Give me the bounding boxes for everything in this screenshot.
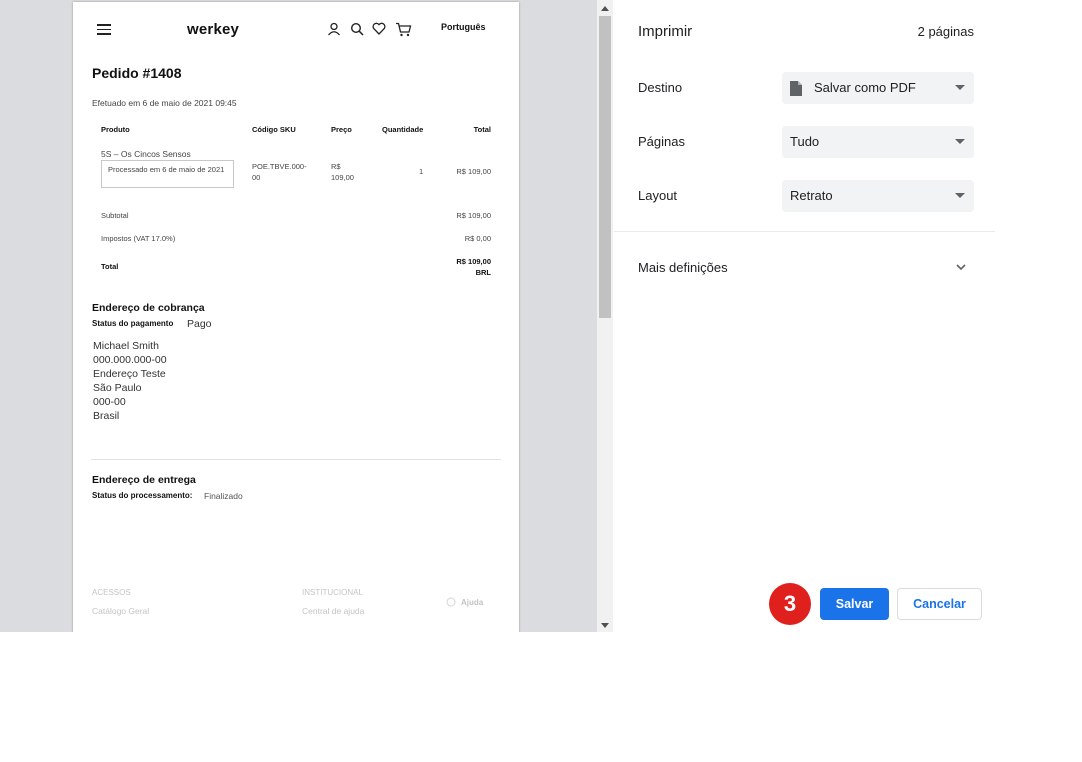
total-currency: BRL bbox=[475, 268, 491, 277]
billing-document: 000.000.000-00 bbox=[93, 354, 167, 366]
pages-value: Tudo bbox=[790, 134, 820, 149]
layout-select[interactable]: Retrato bbox=[782, 180, 974, 212]
col-header-price: Preço bbox=[331, 125, 352, 134]
processing-status-value: Finalizado bbox=[204, 491, 243, 501]
settings-divider bbox=[614, 231, 995, 232]
billing-street: Endereço Teste bbox=[93, 368, 166, 380]
destination-select[interactable]: Salvar como PDF bbox=[782, 72, 974, 104]
sku-line-2: 00 bbox=[252, 173, 261, 182]
more-settings-toggle[interactable]: Mais definições bbox=[638, 260, 728, 275]
shipping-title: Endereço de entrega bbox=[92, 474, 196, 486]
chevron-down-icon bbox=[955, 193, 965, 198]
col-header-product: Produto bbox=[101, 125, 130, 134]
chevron-down-icon bbox=[955, 85, 965, 90]
step-badge: 3 bbox=[769, 583, 811, 625]
quantity-value: 1 bbox=[419, 167, 424, 176]
row-total: R$ 109,00 bbox=[456, 167, 491, 176]
order-title: Pedido #1408 bbox=[92, 65, 182, 81]
footer-help-button: Ajuda bbox=[461, 598, 484, 607]
print-title: Imprimir bbox=[638, 23, 693, 40]
print-settings-panel: Imprimir 2 páginas Destino Salvar como P… bbox=[614, 0, 995, 632]
subtotal-label: Subtotal bbox=[101, 211, 129, 220]
processing-status-label: Status do processamento: bbox=[92, 491, 193, 500]
chevron-down-icon bbox=[955, 139, 965, 144]
billing-name: Michael Smith bbox=[93, 340, 159, 352]
heart-icon bbox=[372, 22, 386, 35]
payment-status-label: Status do pagamento bbox=[92, 319, 174, 328]
cancel-button[interactable]: Cancelar bbox=[897, 588, 982, 620]
layout-label: Layout bbox=[638, 188, 678, 203]
sku-line-1: POE.TBVE.000- bbox=[252, 162, 307, 171]
col-header-quantity: Quantidade bbox=[382, 125, 424, 134]
brand-logo: werkey bbox=[187, 21, 240, 38]
billing-title: Endereço de cobrança bbox=[92, 302, 205, 314]
pages-select[interactable]: Tudo bbox=[782, 126, 974, 158]
chat-icon bbox=[446, 597, 456, 607]
search-icon bbox=[350, 22, 364, 36]
footer-institutional-title: INSTITUCIONAL bbox=[302, 588, 363, 597]
section-divider bbox=[91, 459, 501, 460]
destination-label: Destino bbox=[638, 80, 683, 95]
billing-city: São Paulo bbox=[93, 382, 142, 394]
scrollbar-thumb[interactable] bbox=[599, 16, 611, 318]
language-selector: Português bbox=[441, 22, 486, 32]
footer-help-center-link: Central de ajuda bbox=[302, 606, 365, 616]
footer-catalog-link: Catálogo Geral bbox=[92, 606, 150, 616]
destination-value: Salvar como PDF bbox=[814, 80, 916, 95]
price-line-2: 109,00 bbox=[331, 173, 354, 182]
cart-icon bbox=[396, 22, 412, 37]
col-header-sku: Código SKU bbox=[252, 125, 296, 134]
menu-icon bbox=[97, 24, 111, 35]
chevron-down-icon[interactable] bbox=[955, 262, 967, 272]
document-icon bbox=[790, 81, 802, 96]
billing-zip: 000-00 bbox=[93, 396, 126, 408]
subtotal-value: R$ 109,00 bbox=[456, 211, 491, 220]
layout-value: Retrato bbox=[790, 188, 833, 203]
payment-status-value: Pago bbox=[187, 318, 212, 330]
price-line-1: R$ bbox=[331, 162, 341, 171]
preview-page: werkey Português Pedido #1408 Efetuado e… bbox=[73, 2, 519, 632]
preview-scrollbar[interactable] bbox=[597, 0, 613, 632]
page-count: 2 páginas bbox=[917, 24, 974, 39]
tax-label: Impostos (VAT 17.0%) bbox=[101, 234, 176, 243]
total-value: R$ 109,00 bbox=[456, 257, 491, 266]
footer-access-title: ACESSOS bbox=[92, 588, 131, 597]
order-date: Efetuado em 6 de maio de 2021 09:45 bbox=[92, 98, 237, 108]
scroll-up-arrow-icon[interactable] bbox=[601, 6, 609, 11]
col-header-total: Total bbox=[473, 125, 491, 134]
print-preview-area: werkey Português Pedido #1408 Efetuado e… bbox=[0, 0, 597, 632]
scroll-down-arrow-icon[interactable] bbox=[601, 623, 609, 628]
total-label: Total bbox=[101, 262, 119, 271]
billing-country: Brasil bbox=[93, 410, 120, 422]
pages-label: Páginas bbox=[638, 134, 685, 149]
save-button[interactable]: Salvar bbox=[820, 588, 889, 620]
product-name: 5S – Os Cincos Sensos bbox=[101, 149, 191, 159]
tax-value: R$ 0,00 bbox=[464, 234, 491, 243]
user-icon bbox=[328, 22, 340, 36]
processed-note: Processado em 6 de maio de 2021 bbox=[101, 160, 234, 188]
